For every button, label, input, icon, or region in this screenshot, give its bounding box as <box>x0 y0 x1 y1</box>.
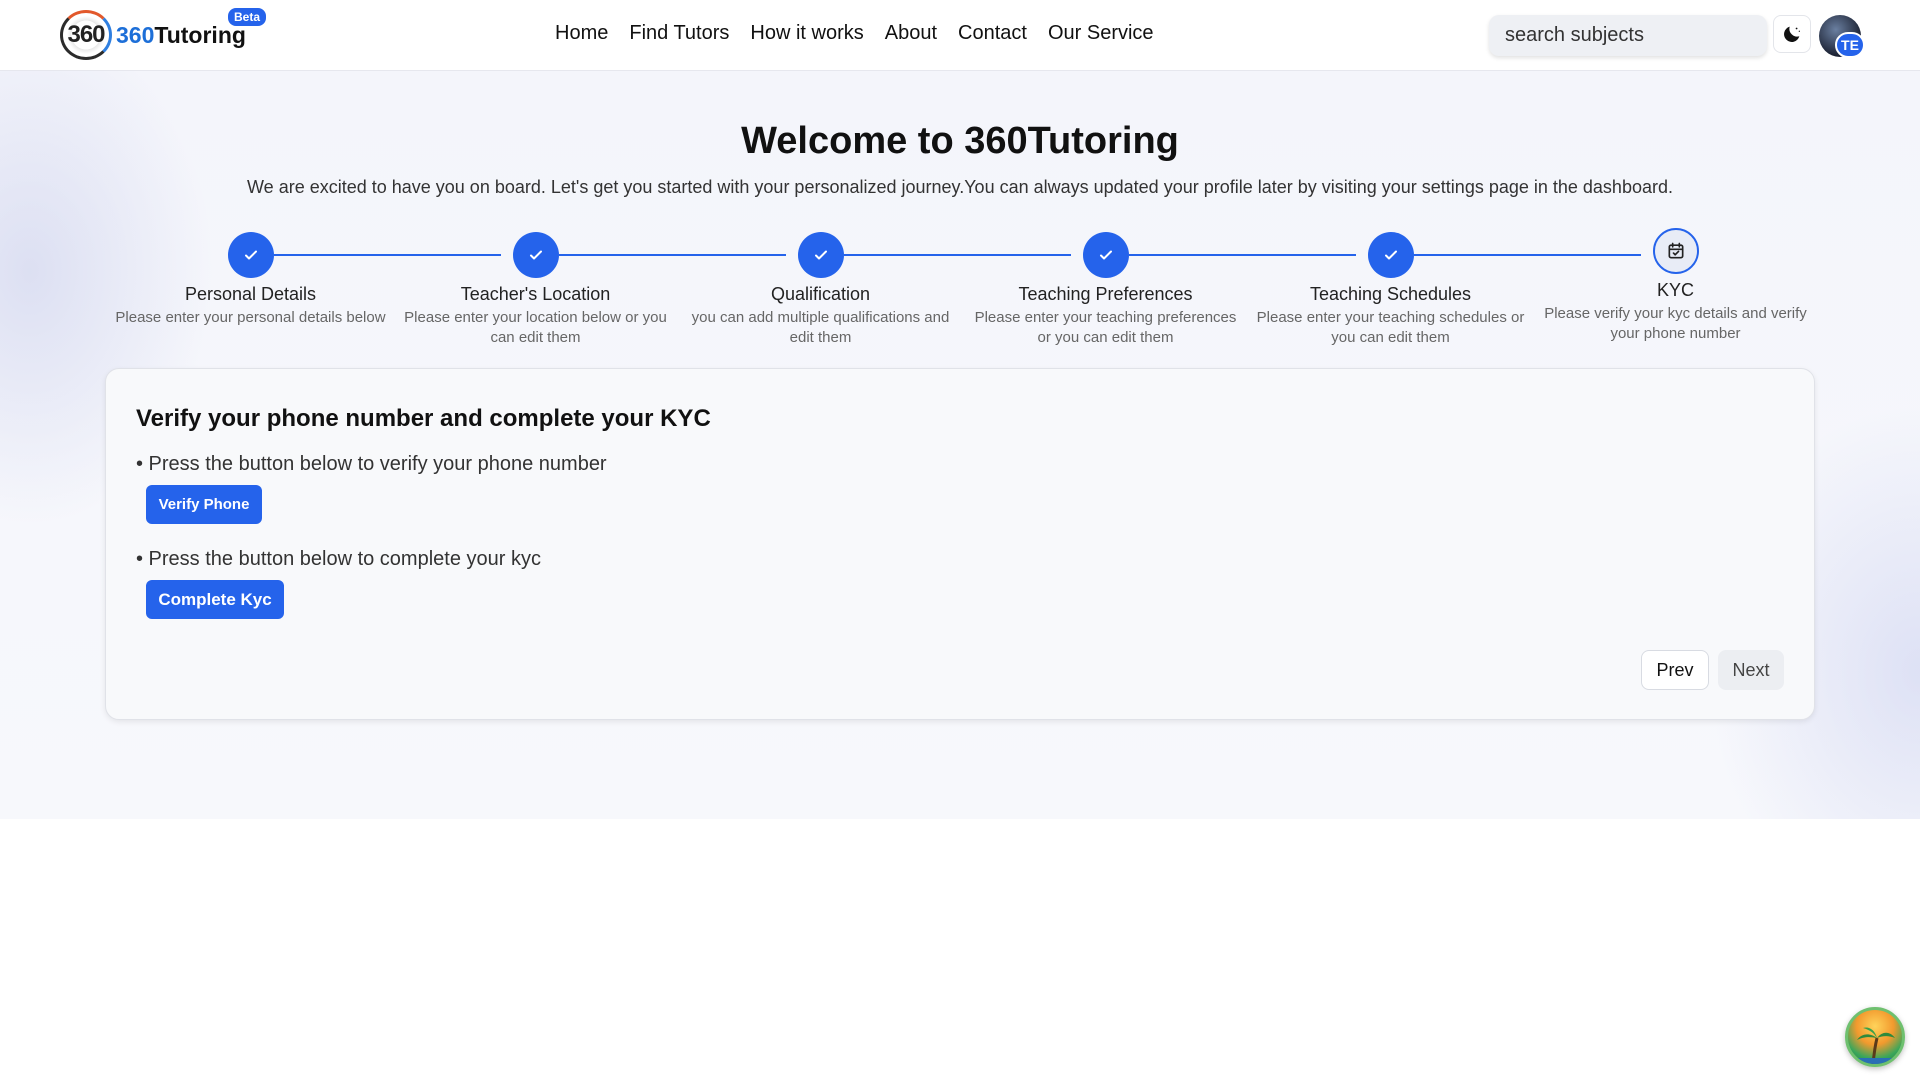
phone-instruction: • Press the button below to verify your … <box>136 453 607 475</box>
next-button[interactable]: Next <box>1718 650 1784 690</box>
step-teaching-preferences[interactable]: Teaching Preferences Please enter your t… <box>963 230 1248 348</box>
page-title: Welcome to 360Tutoring <box>741 120 1179 162</box>
step-teaching-schedules[interactable]: Teaching Schedules Please enter your tea… <box>1248 230 1533 348</box>
kyc-card: Verify your phone number and complete yo… <box>105 368 1815 720</box>
step-label: Qualification <box>770 284 871 304</box>
main-nav: Home Find Tutors How it works About Cont… <box>555 22 1154 45</box>
kyc-instruction: • Press the button below to complete you… <box>136 548 541 570</box>
step-complete-badge <box>1367 232 1414 278</box>
nav-find-tutors[interactable]: Find Tutors <box>629 22 729 45</box>
logo-mark-text: 360 <box>67 21 105 48</box>
step-description: Please enter your personal details below <box>115 309 386 326</box>
step-label: Personal Details <box>184 284 317 304</box>
page-subtitle: We are excited to have you on board. Let… <box>247 177 1673 197</box>
page-footer-space <box>0 819 1920 1080</box>
logo-text-number: 360 <box>116 21 155 48</box>
check-icon <box>1099 250 1112 260</box>
onboarding-stepper: Personal Details Please enter your perso… <box>108 228 1808 350</box>
nav-our-service[interactable]: Our Service <box>1048 22 1154 45</box>
step-description: Please verify your kyc details and verif… <box>1544 305 1807 342</box>
top-navbar: 360 360Tutoring Beta Home Find Tutors Ho… <box>0 0 1920 71</box>
nav-contact[interactable]: Contact <box>958 22 1027 45</box>
step-qualification[interactable]: Qualification you can add multiple quali… <box>678 230 963 348</box>
moon-icon <box>1784 26 1800 42</box>
logo-text: 360Tutoring <box>116 22 246 49</box>
prev-button[interactable]: Prev <box>1641 650 1709 690</box>
step-label: Teacher's Location <box>460 284 611 304</box>
step-complete-badge <box>797 232 844 278</box>
palm-tree-icon <box>1853 1027 1897 1064</box>
nav-how-it-works[interactable]: How it works <box>750 22 863 45</box>
step-kyc[interactable]: KYC Please verify your kyc details and v… <box>1533 228 1818 344</box>
step-label: Teaching Preferences <box>1018 284 1193 304</box>
step-teachers-location[interactable]: Teacher's Location Please enter your loc… <box>393 230 678 348</box>
logo-mark-icon: 360 <box>60 10 112 60</box>
step-complete-badge <box>512 232 559 278</box>
calendar-check-icon <box>1668 242 1683 259</box>
card-title: Verify your phone number and complete yo… <box>136 405 711 432</box>
nav-about[interactable]: About <box>885 22 937 45</box>
avatar-initials-badge[interactable]: TE <box>1835 32 1865 58</box>
step-description: you can add multiple qualifications and … <box>691 309 950 346</box>
step-description: Please enter your location below or you … <box>404 309 667 346</box>
check-icon <box>1384 250 1397 260</box>
check-icon <box>529 250 542 260</box>
step-label: Teaching Schedules <box>1309 284 1472 304</box>
beta-badge: Beta <box>228 8 267 26</box>
step-personal-details[interactable]: Personal Details Please enter your perso… <box>108 230 393 328</box>
step-current-badge <box>1652 228 1699 274</box>
theme-toggle-button[interactable] <box>1773 15 1811 53</box>
step-description: Please enter your teaching preferences o… <box>974 309 1237 346</box>
check-icon <box>814 250 827 260</box>
step-complete-badge <box>227 232 274 278</box>
verify-phone-button[interactable]: Verify Phone <box>146 485 262 524</box>
search-input[interactable] <box>1489 15 1767 56</box>
site-logo[interactable]: 360 360Tutoring Beta <box>60 8 267 60</box>
step-complete-badge <box>1082 232 1129 278</box>
complete-kyc-button[interactable]: Complete Kyc <box>146 580 284 619</box>
step-label: KYC <box>1656 280 1694 300</box>
floating-widget-button[interactable] <box>1845 1007 1905 1067</box>
check-icon <box>244 250 257 260</box>
nav-home[interactable]: Home <box>555 22 608 45</box>
step-description: Please enter your teaching schedules or … <box>1256 309 1525 346</box>
